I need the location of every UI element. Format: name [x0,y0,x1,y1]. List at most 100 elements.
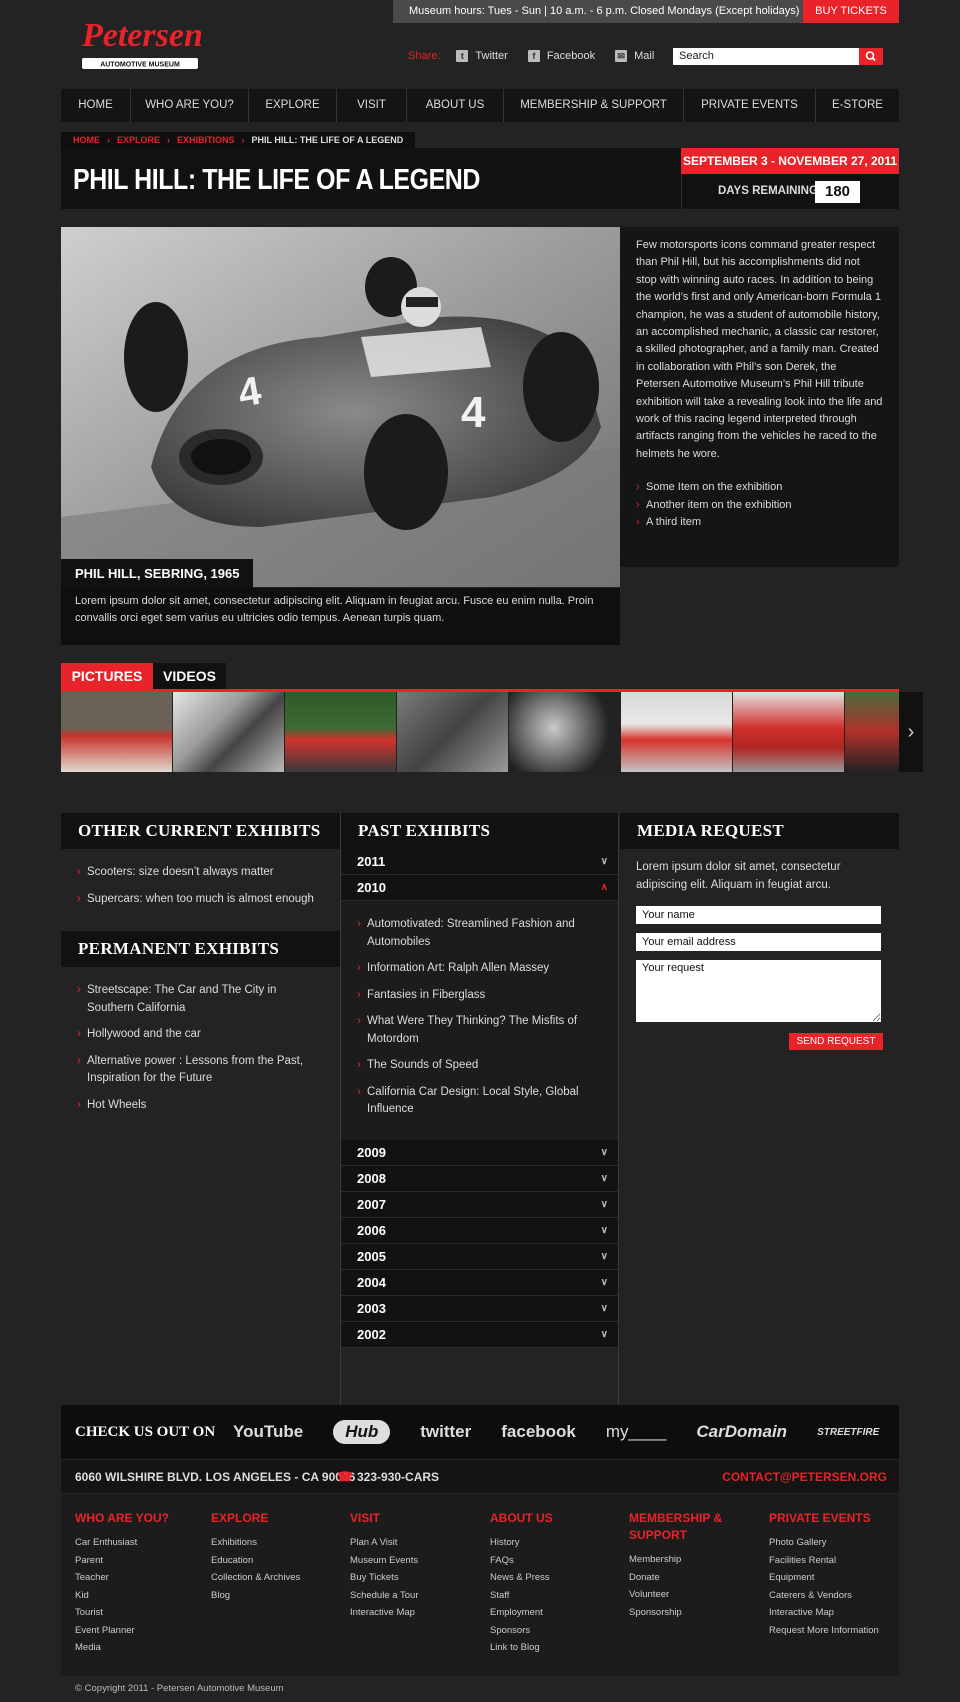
list-item[interactable]: California Car Design: Local Style, Glob… [357,1084,602,1119]
nav-membership[interactable]: MEMBERSHIP & SUPPORT [504,89,684,122]
list-item[interactable]: A third item [636,514,883,532]
chevron-right-icon[interactable]: › [899,692,923,772]
year-row-2007[interactable]: 2007 ∨ [341,1191,618,1218]
breadcrumb-explore[interactable]: EXPLORE [117,132,160,148]
nav-who-are-you[interactable]: WHO ARE YOU? [131,89,249,122]
list-item[interactable]: What Were They Thinking? The Misfits of … [357,1013,602,1048]
footer-link[interactable]: Museum Events [350,1552,480,1570]
footer-link[interactable]: Donate [629,1569,739,1587]
tab-pictures[interactable]: PICTURES [61,663,153,690]
thumbnail[interactable] [509,692,621,772]
list-item[interactable]: Some Item on the exhibition [636,479,883,497]
nav-about-us[interactable]: ABOUT US [407,89,504,122]
request-field[interactable]: Your request [636,960,881,1022]
thumbnail[interactable] [285,692,397,772]
footer-link[interactable]: Collection & Archives [211,1569,341,1587]
footer-link[interactable]: Link to Blog [490,1639,620,1657]
nav-private-events[interactable]: PRIVATE EVENTS [684,89,816,122]
share-mail[interactable]: ✉ Mail [615,50,654,62]
share-facebook[interactable]: f Facebook [527,50,595,62]
footer-link[interactable]: FAQs [490,1552,620,1570]
footer-link[interactable]: Interactive Map [769,1604,889,1622]
list-item[interactable]: Hot Wheels [77,1097,324,1115]
send-request-button[interactable]: SEND REQUEST [789,1033,883,1050]
footer-link[interactable]: Tourist [75,1604,195,1622]
list-item[interactable]: Automotivated: Streamlined Fashion and A… [357,916,602,951]
thumbnail[interactable] [173,692,285,772]
year-row-2004[interactable]: 2004 ∨ [341,1269,618,1296]
nav-visit[interactable]: VISIT [337,89,407,122]
year-row-2011[interactable]: 2011 ∨ [341,849,618,875]
footer-link[interactable]: Facilities Rental [769,1552,889,1570]
footer-link[interactable]: Sponsors [490,1622,620,1640]
nav-e-store[interactable]: E-STORE [816,89,899,122]
footer-link[interactable]: History [490,1534,620,1552]
list-item[interactable]: Information Art: Ralph Allen Massey [357,960,602,978]
year-row-2003[interactable]: 2003 ∨ [341,1295,618,1322]
footer-link[interactable]: Schedule a Tour [350,1587,480,1605]
footer-link[interactable]: Volunteer [629,1586,739,1604]
nav-explore[interactable]: EXPLORE [249,89,337,122]
footer-link[interactable]: Interactive Map [350,1604,480,1622]
year-row-2002[interactable]: 2002 ∨ [341,1321,618,1348]
facebook-logo[interactable]: facebook [501,1422,576,1442]
nav-home[interactable]: HOME [61,89,131,122]
list-item[interactable]: Supercars: when too much is almost enoug… [77,891,324,909]
streetfire-logo[interactable]: STREETFIRE [817,1427,879,1438]
list-item[interactable]: Hollywood and the car [77,1026,324,1044]
thumbnail[interactable] [845,692,899,772]
footer-link[interactable]: Teacher [75,1569,195,1587]
footer-link[interactable]: Plan A Visit [350,1534,480,1552]
phone-number[interactable]: 323-930-CARS [357,1470,439,1484]
footer-link[interactable]: Request More Information [769,1624,889,1637]
footer-link[interactable]: Employment [490,1604,620,1622]
list-item[interactable]: Another item on the exhibition [636,497,883,515]
list-item[interactable]: The Sounds of Speed [357,1057,602,1075]
twitter-logo[interactable]: twitter [420,1422,471,1442]
footer-link[interactable]: Media [75,1639,195,1657]
tab-videos[interactable]: VIDEOS [153,663,226,690]
footer-link[interactable]: Photo Gallery [769,1534,889,1552]
year-row-2009[interactable]: 2009 ∨ [341,1139,618,1166]
footer-link[interactable]: Event Planner [75,1622,195,1640]
footer-link[interactable]: Staff [490,1587,620,1605]
breadcrumb-home[interactable]: HOME [73,132,100,148]
footer-link[interactable]: Car Enthusiast [75,1534,195,1552]
myspace-logo[interactable]: my____ [606,1422,666,1442]
share-twitter[interactable]: t Twitter [456,50,508,62]
footer-link[interactable]: Exhibitions [211,1534,341,1552]
hub-logo[interactable]: Hub [333,1420,391,1444]
year-row-2008[interactable]: 2008 ∨ [341,1165,618,1192]
buy-tickets-button[interactable]: BUY TICKETS [803,0,899,23]
footer-link[interactable]: Kid [75,1587,195,1605]
contact-email[interactable]: CONTACT@PETERSEN.ORG [722,1470,887,1484]
year-row-2006[interactable]: 2006 ∨ [341,1217,618,1244]
photo-caption-title[interactable]: PHIL HILL, SEBRING, 1965 ⌄ [61,559,253,610]
footer-link[interactable]: Caterers & Vendors [769,1587,889,1605]
name-field[interactable] [636,906,881,924]
footer-link[interactable]: Education [211,1552,341,1570]
year-row-2010[interactable]: 2010 ∧ [341,875,618,901]
list-item[interactable]: Streetscape: The Car and The City in Sou… [77,982,324,1017]
thumbnail[interactable] [61,692,173,772]
list-item[interactable]: Alternative power : Lessons from the Pas… [77,1053,324,1088]
email-field[interactable] [636,933,881,951]
footer-link[interactable]: News & Press [490,1569,620,1587]
footer-link[interactable]: Buy Tickets [350,1569,480,1587]
footer-link[interactable]: Blog [211,1587,341,1605]
footer-link[interactable]: Sponsorship [629,1604,739,1622]
footer-link[interactable]: Equipment [769,1569,889,1587]
list-item[interactable]: Fantasies in Fiberglass [357,987,602,1005]
thumbnail[interactable] [397,692,509,772]
search-input[interactable] [673,48,859,65]
footer-link[interactable]: Membership [629,1551,739,1569]
footer-link[interactable]: Parent [75,1552,195,1570]
thumbnail[interactable] [733,692,845,772]
list-item[interactable]: Scooters: size doesn’t always matter [77,864,324,882]
petersen-logo[interactable]: Petersen AUTOMOTIVE MUSEUM [80,8,203,72]
thumbnail[interactable] [621,692,733,772]
breadcrumb-exhibitions[interactable]: EXHIBITIONS [177,132,235,148]
youtube-logo[interactable]: YouTube [233,1422,303,1442]
search-button[interactable] [859,48,883,65]
cardomain-logo[interactable]: CarDomain [696,1422,787,1442]
